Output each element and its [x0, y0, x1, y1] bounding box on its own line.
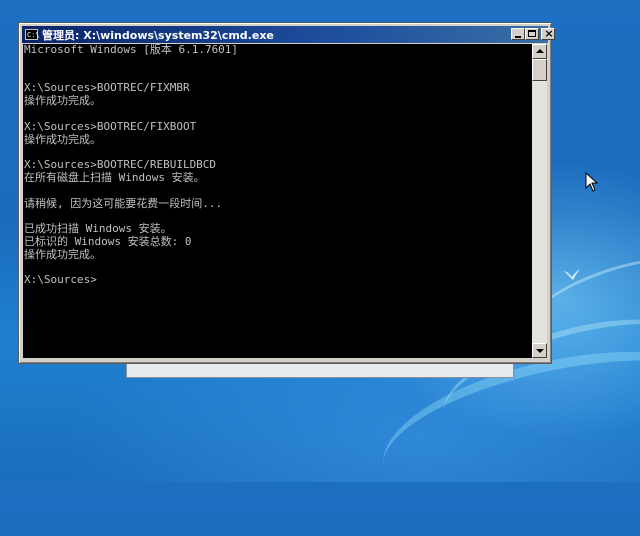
- console-lines: Microsoft Windows [版本 6.1.7601] X:\Source…: [23, 44, 532, 287]
- vertical-scrollbar[interactable]: [532, 44, 547, 358]
- console-output[interactable]: Microsoft Windows [版本 6.1.7601] X:\Source…: [23, 44, 532, 358]
- up-arrow-icon: [536, 49, 544, 53]
- console-line: 在所有磁盘上扫描 Windows 安装。: [24, 170, 205, 184]
- down-arrow-icon: [536, 349, 544, 353]
- console-line: 请稍候, 因为这可能要花费一段时间...: [24, 196, 223, 210]
- arrow-cursor-icon: [585, 172, 599, 192]
- minimize-icon: [515, 36, 521, 38]
- bird-icon: [564, 269, 580, 280]
- title-bar[interactable]: C:\ 管理员: X:\windows\system32\cmd.exe ×: [22, 26, 555, 43]
- cmd-window[interactable]: C:\ 管理员: X:\windows\system32\cmd.exe × M…: [18, 22, 555, 364]
- console-line: 操作成功完成。: [24, 247, 101, 261]
- background-window[interactable]: [126, 362, 514, 378]
- console-line: 已标识的 Windows 安装总数: 0: [24, 234, 192, 248]
- window-title: 管理员: X:\windows\system32\cmd.exe: [42, 28, 274, 42]
- console-line: Microsoft Windows [版本 6.1.7601]: [24, 44, 239, 56]
- console-line: X:\Sources>BOOTREC/FIXBOOT: [24, 119, 197, 133]
- maximize-button[interactable]: [525, 28, 539, 40]
- maximize-icon: [528, 30, 536, 37]
- scroll-thumb[interactable]: [532, 59, 547, 81]
- cmd-icon[interactable]: C:\: [25, 29, 40, 40]
- console-line: 操作成功完成。: [24, 132, 101, 146]
- close-icon: ×: [544, 27, 554, 40]
- scroll-down-button[interactable]: [532, 343, 547, 358]
- close-button[interactable]: ×: [541, 27, 555, 40]
- console-line: 操作成功完成。: [24, 94, 101, 108]
- console-line: X:\Sources>: [24, 273, 97, 287]
- minimize-button[interactable]: [511, 28, 525, 40]
- scroll-up-button[interactable]: [532, 44, 547, 59]
